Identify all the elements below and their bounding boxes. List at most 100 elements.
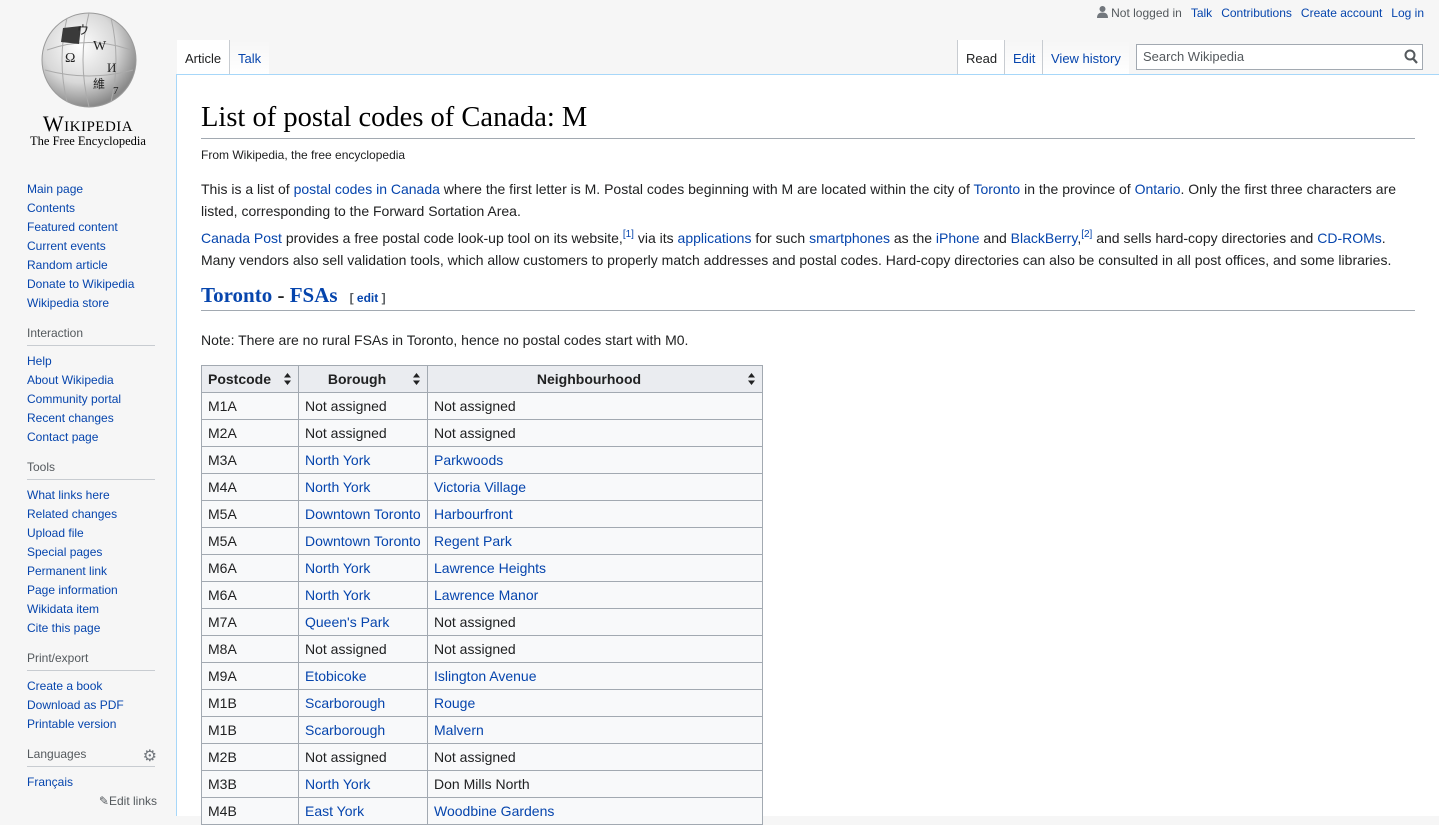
create-account-link[interactable]: Create account xyxy=(1301,6,1382,20)
borough-cell[interactable]: East York xyxy=(298,796,428,825)
sidebar-item-recent-changes[interactable]: Recent changes xyxy=(27,409,155,428)
not-logged-in-label: Not logged in xyxy=(1111,6,1182,20)
contributions-link[interactable]: Contributions xyxy=(1221,6,1292,20)
borough-cell[interactable]: Etobicoke xyxy=(298,661,428,690)
sort-icon[interactable] xyxy=(413,372,420,385)
personal-talk-link[interactable]: Talk xyxy=(1191,6,1212,20)
postcode-cell: M5A xyxy=(201,499,299,528)
sidebar-item-help[interactable]: Help xyxy=(27,352,155,371)
ref-1[interactable]: [1] xyxy=(623,229,634,240)
wikipedia-globe-icon: Ω W И 維 7 ウ xyxy=(41,12,137,108)
sidebar-item-featured-content[interactable]: Featured content xyxy=(27,218,155,237)
link-blackberry[interactable]: BlackBerry xyxy=(1011,230,1078,246)
borough-cell[interactable]: Downtown Toronto xyxy=(298,499,428,528)
sidebar-item-donate-to-wikipedia[interactable]: Donate to Wikipedia xyxy=(27,275,155,294)
sidebar-item-wikipedia-store[interactable]: Wikipedia store xyxy=(27,294,155,313)
borough-cell[interactable]: North York xyxy=(298,580,428,609)
section-link-toronto[interactable]: Toronto xyxy=(201,283,272,307)
sidebar-item-about-wikipedia[interactable]: About Wikipedia xyxy=(27,371,155,390)
link-toronto[interactable]: Toronto xyxy=(973,181,1020,197)
sidebar-item-printable-version[interactable]: Printable version xyxy=(27,715,155,734)
sidebar-item-community-portal[interactable]: Community portal xyxy=(27,390,155,409)
page-title: List of postal codes of Canada: M xyxy=(201,99,1415,140)
table-row: M4A North York Victoria Village xyxy=(201,472,763,501)
sidebar-item-permanent-link[interactable]: Permanent link xyxy=(27,562,155,581)
neighbourhood-cell[interactable]: Lawrence Manor xyxy=(427,580,763,609)
link-iphone[interactable]: iPhone xyxy=(936,230,980,246)
neighbourhood-cell: Don Mills North xyxy=(427,769,763,798)
borough-cell: Not assigned xyxy=(298,391,428,420)
sidebar-item-wikidata-item[interactable]: Wikidata item xyxy=(27,600,155,619)
sidebar-item-fran-ais[interactable]: Français xyxy=(27,773,155,792)
column-header-postcode[interactable]: Postcode xyxy=(201,364,299,393)
tab-article[interactable]: Article xyxy=(177,40,230,74)
not-logged-in: Not logged in xyxy=(1097,6,1182,20)
sidebar-heading-print-export: Print/export xyxy=(27,651,155,671)
neighbourhood-cell[interactable]: Rouge xyxy=(427,688,763,717)
languages-label: Languages xyxy=(27,747,87,761)
postcode-cell: M1A xyxy=(201,391,299,420)
sidebar-item-contents[interactable]: Contents xyxy=(27,199,155,218)
borough-cell[interactable]: Scarborough xyxy=(298,688,428,717)
link-cd-roms[interactable]: CD-ROMs xyxy=(1317,230,1382,246)
column-header-borough[interactable]: Borough xyxy=(298,364,428,393)
borough-cell[interactable]: North York xyxy=(298,445,428,474)
canada-post-paragraph: Canada Post provides a free postal code … xyxy=(201,229,1392,269)
svg-text:維: 維 xyxy=(93,77,105,91)
sidebar-item-current-events[interactable]: Current events xyxy=(27,237,155,256)
link-ontario[interactable]: Ontario xyxy=(1135,181,1181,197)
borough-cell[interactable]: Queen's Park xyxy=(298,607,428,636)
link-smartphones[interactable]: smartphones xyxy=(809,230,890,246)
tab-read[interactable]: Read xyxy=(957,40,1006,74)
neighbourhood-cell[interactable]: Lawrence Heights xyxy=(427,553,763,582)
search-placeholder: Search Wikipedia xyxy=(1143,49,1245,64)
table-row: M1B Scarborough Rouge xyxy=(201,688,763,717)
link-postal-codes-in-canada[interactable]: postal codes in Canada xyxy=(294,181,440,197)
neighbourhood-cell[interactable]: Islington Avenue xyxy=(427,661,763,690)
sidebar-item-related-changes[interactable]: Related changes xyxy=(27,505,155,524)
borough-cell[interactable]: North York xyxy=(298,769,428,798)
neighbourhood-cell[interactable]: Parkwoods xyxy=(427,445,763,474)
search-icon[interactable] xyxy=(1404,49,1418,65)
sidebar-tools: Tools What links here Related changes Uplo… xyxy=(27,460,155,638)
borough-cell[interactable]: Scarborough xyxy=(298,715,428,744)
sidebar-item-contact-page[interactable]: Contact page xyxy=(27,428,155,447)
sidebar-item-create-a-book[interactable]: Create a book xyxy=(27,677,155,696)
borough-cell[interactable]: North York xyxy=(298,553,428,582)
sidebar-item-main-page[interactable]: Main page xyxy=(27,180,155,199)
sidebar-item-download-as-pdf[interactable]: Download as PDF xyxy=(27,696,155,715)
sort-icon[interactable] xyxy=(748,372,755,385)
wikipedia-logo[interactable]: Ω W И 維 7 ウ Wikipedia The Free Encyclope… xyxy=(0,0,176,160)
tab-view-history[interactable]: View history xyxy=(1042,40,1129,74)
sidebar-item-upload-file[interactable]: Upload file xyxy=(27,524,155,543)
neighbourhood-cell[interactable]: Malvern xyxy=(427,715,763,744)
neighbourhood-cell[interactable]: Victoria Village xyxy=(427,472,763,501)
section-edit-link[interactable]: edit xyxy=(357,291,378,305)
borough-cell[interactable]: Downtown Toronto xyxy=(298,526,428,555)
search-input[interactable]: Search Wikipedia xyxy=(1136,44,1423,70)
neighbourhood-cell[interactable]: Regent Park xyxy=(427,526,763,555)
borough-cell[interactable]: North York xyxy=(298,472,428,501)
sort-icon[interactable] xyxy=(284,372,291,385)
gear-icon[interactable]: ⚙ xyxy=(143,746,157,766)
postcode-cell: M2A xyxy=(201,418,299,447)
link-canada-post[interactable]: Canada Post xyxy=(201,230,282,246)
log-in-link[interactable]: Log in xyxy=(1391,6,1424,20)
section-link-fsas[interactable]: FSAs xyxy=(290,283,338,307)
column-header-neighbourhood[interactable]: Neighbourhood xyxy=(427,364,763,393)
neighbourhood-cell[interactable]: Harbourfront xyxy=(427,499,763,528)
postal-code-table: Postcode Borough Neighbourhood M1A Not as… xyxy=(201,364,763,825)
link-applications[interactable]: applications xyxy=(678,230,752,246)
sidebar-item-cite-this-page[interactable]: Cite this page xyxy=(27,619,155,638)
tab-edit[interactable]: Edit xyxy=(1004,40,1044,74)
sidebar-item-random-article[interactable]: Random article xyxy=(27,256,155,275)
tab-talk[interactable]: Talk xyxy=(229,40,270,74)
sidebar-item-page-information[interactable]: Page information xyxy=(27,581,155,600)
neighbourhood-cell[interactable]: Woodbine Gardens xyxy=(427,796,763,825)
sidebar-heading-tools: Tools xyxy=(27,460,155,480)
sidebar-item-special-pages[interactable]: Special pages xyxy=(27,543,155,562)
sidebar-item-what-links-here[interactable]: What links here xyxy=(27,486,155,505)
section-edit: [ edit ] xyxy=(349,291,386,306)
edit-links[interactable]: ✎Edit links xyxy=(27,793,157,809)
ref-2[interactable]: [2] xyxy=(1081,229,1092,240)
